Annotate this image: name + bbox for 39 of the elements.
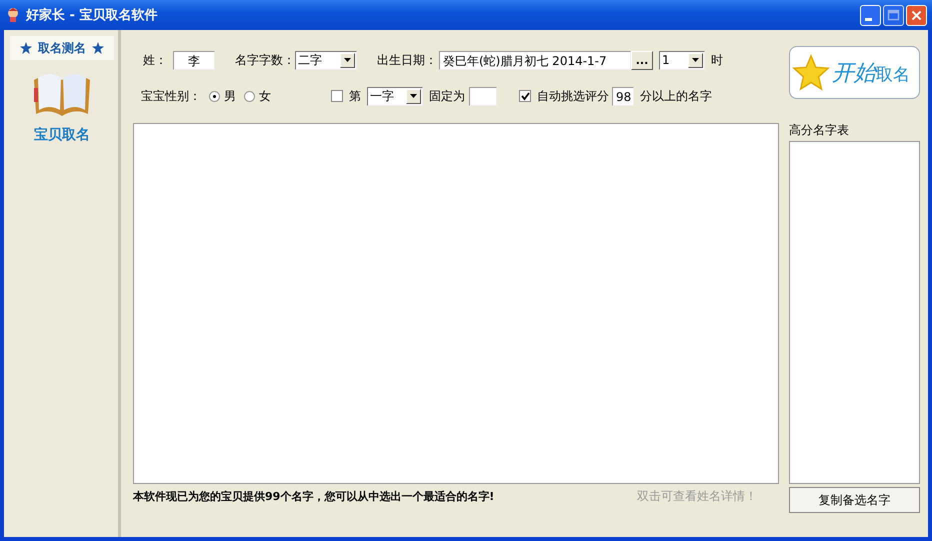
sidebar-header-text: 取名测名 [38, 40, 86, 56]
hour-dropdown[interactable]: 1 [659, 50, 705, 70]
star-icon [20, 42, 32, 54]
birth-date-label: 出生日期： [377, 52, 437, 68]
minimize-button[interactable] [860, 4, 881, 26]
sidebar-item[interactable]: 宝贝取名 [10, 66, 114, 144]
top-names-list[interactable] [789, 141, 920, 484]
checkbox[interactable] [519, 90, 531, 102]
birth-date-field[interactable]: 癸巳年(蛇)腊月初七 2014-1-7 [439, 50, 631, 70]
star-icon [92, 42, 104, 54]
hour-label: 时 [711, 52, 723, 68]
score-field[interactable]: 98 [612, 86, 634, 106]
browse-button[interactable]: ... [631, 50, 653, 70]
copy-names-button[interactable]: 复制备选名字 [789, 487, 920, 513]
surname-field[interactable]: 李 [173, 50, 215, 70]
app-icon [5, 7, 21, 23]
minimize-icon [865, 18, 872, 21]
hint-text: 双击可查看姓名详情！ [637, 488, 757, 504]
window-title: 好家长 - 宝贝取名软件 [26, 6, 158, 24]
fixed-as-label: 固定为 [429, 88, 465, 104]
auto-pick-label: 自动挑选评分 [537, 88, 609, 104]
char-position-dropdown[interactable]: 一字 [367, 86, 423, 106]
top-names-label: 高分名字表 [789, 122, 850, 139]
gender-option-label: 女 [259, 88, 271, 104]
name-length-dropdown[interactable]: 二字 [295, 50, 357, 70]
surname-label: 姓： [143, 52, 167, 68]
star-icon [792, 54, 830, 92]
close-button[interactable] [906, 4, 927, 26]
status-text: 本软件现已为您的宝贝提供99个名字，您可以从中选出一个最适合的名字! [133, 488, 494, 504]
fixed-char-field[interactable] [469, 86, 497, 106]
radio-button[interactable] [244, 90, 255, 102]
name-length-label: 名字字数： [235, 52, 295, 68]
score-suffix-label: 分以上的名字 [640, 88, 712, 104]
fixed-char-label: 第 [349, 88, 361, 104]
checkbox[interactable] [331, 90, 343, 102]
gender-option-label: 男 [224, 88, 236, 104]
maximize-button[interactable] [883, 4, 904, 26]
radio-button[interactable] [209, 90, 220, 102]
gender-label: 宝宝性别： [141, 88, 201, 104]
